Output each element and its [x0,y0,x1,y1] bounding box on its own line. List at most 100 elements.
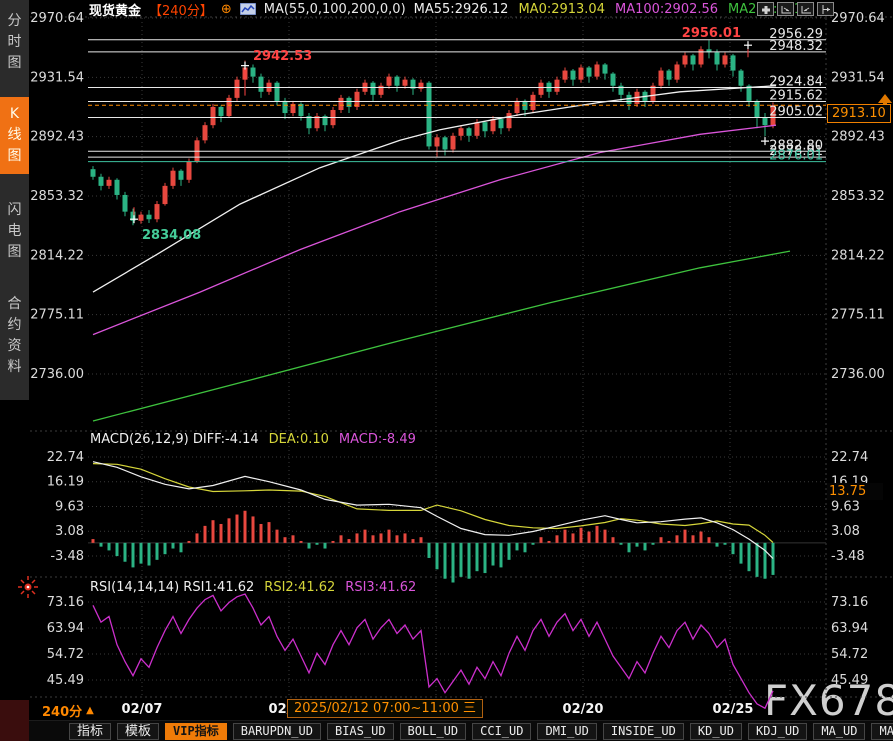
candle [563,71,568,80]
candle [155,204,160,219]
ma-value-2: MA100:2902.56 [615,2,718,17]
rsi-axis-left: 45.49 [47,673,84,688]
expand-arrow-icon: ▲ [86,705,94,716]
candle [355,92,360,107]
macd-bar [268,522,271,543]
bottom-period-selector[interactable]: 240分 ▲ [42,701,94,720]
macd-bar [244,511,247,543]
price-axis-left: 2853.32 [30,189,84,204]
candle [339,98,344,110]
date-label: 02/20 [563,702,604,717]
candle [371,83,376,95]
macd-bar [420,537,423,543]
toolbar-item-6[interactable]: CCI_UD [472,723,531,740]
rsi-header: RSI(14,14,14) RSI1:41.62RSI2:41.62RSI3:4… [90,580,416,595]
symbol-title: 现货黄金 [89,0,141,19]
macd-bar [492,543,495,566]
macd-bar [308,543,311,549]
price-axis-right: 2853.32 [831,189,885,204]
toolbar-item-8[interactable]: INSIDE_UD [603,723,684,740]
sidebar-bottom-block [0,700,29,741]
candle [499,119,504,128]
macd-bar [388,530,391,543]
macd-bar [684,530,687,543]
period-label: 【240分】 [149,0,213,19]
level-label: 2905.02 [769,105,823,120]
add-overlay-icon[interactable]: ⊕ [221,2,232,17]
sidebar-tab-2[interactable]: K线图 [0,97,29,174]
price-axis-right: 2814.22 [831,248,885,263]
toolbar-item-1[interactable]: 模板 [117,723,159,740]
macd-bar [300,541,303,543]
macd-bar [324,543,327,549]
chart-header: 现货黄金 【240分】 ⊕ MA(55,0,100,200,0,0) MA55:… [89,1,802,17]
chart-type-icon[interactable] [240,3,256,15]
macd-bar [548,541,551,543]
zoom-extents-icon[interactable] [777,2,794,16]
candle [507,113,512,128]
sidebar-tab-4[interactable]: 合约资料 [0,287,29,385]
macd-axis-left: 22.74 [47,450,84,465]
candle [187,162,192,180]
candle [451,136,456,150]
price-axis-right: 2931.54 [831,70,885,85]
zoom-range-icon[interactable] [797,2,814,16]
macd-axis-right: 3.08 [831,524,860,539]
macd-bar [340,535,343,543]
macd-axis-left: 9.63 [55,500,84,515]
toolbar-item-2[interactable]: VIP指标 [165,723,227,740]
rsi-axis-right: 54.72 [831,647,868,662]
toolbar-item-5[interactable]: BOLL_UD [400,723,467,740]
macd-bar [220,524,223,543]
macd-bar [100,543,103,547]
pan-right-icon[interactable] [817,2,834,16]
macd-bar [172,543,175,549]
candle [99,177,104,186]
ma-value-1: MA0:2913.04 [518,2,605,17]
macd-bar [476,543,479,571]
candle [715,52,720,64]
candle [91,169,96,177]
macd-bar [676,535,679,543]
macd-header: MACD(26,12,9) DIFF:-4.14DEA:0.10MACD:-8.… [90,432,416,447]
candle [427,83,432,147]
candle [571,71,576,80]
dea-line [93,464,773,543]
toolbar-item-0[interactable]: 指标 [69,723,111,740]
candle [211,107,216,125]
candle [435,137,440,146]
toolbar-item-3[interactable]: BARUPDN_UD [233,723,321,740]
level-label: 2924.84 [769,74,823,89]
macd-bar [620,543,623,545]
toolbar-item-9[interactable]: KD_UD [690,723,742,740]
macd-bar [396,535,399,543]
toolbar-item-11[interactable]: MA_UD [813,723,865,740]
macd-bar [180,543,183,552]
candle [259,77,264,92]
candle [163,186,168,204]
candle [235,80,240,98]
move-tool-icon[interactable] [757,2,774,16]
macd-value-tag: 13.75 [827,483,883,500]
app-window: FX678 2970.642970.642931.542931.542892.4… [0,0,893,741]
toolbar-item-10[interactable]: KDJ_UD [748,723,807,740]
price-axis-right: 2775.11 [831,308,885,323]
toolbar-item-12[interactable]: MACD_UD [871,723,893,740]
chart-canvas[interactable]: 2970.642970.642931.542931.542892.432892.… [0,0,893,741]
macd-bar [484,543,487,573]
price-annotation: 2956.01 [682,26,741,41]
rsi-axis-right: 63.94 [831,621,868,636]
macd-bar [532,543,535,545]
macd-bar [644,543,647,551]
price-direction-arrow [878,94,892,103]
rsi-axis-left: 54.72 [47,647,84,662]
candle [595,64,600,76]
sidebar-tab-3[interactable]: 闪电图 [0,193,29,270]
sidebar-tab-1[interactable]: 分时图 [0,4,29,81]
rsi-header-part-2: RSI3:41.62 [345,580,416,595]
toolbar-item-7[interactable]: DMI_UD [537,723,596,740]
macd-bar [92,539,95,543]
candle [579,68,584,80]
candle [219,107,224,116]
toolbar-item-4[interactable]: BIAS_UD [327,723,394,740]
